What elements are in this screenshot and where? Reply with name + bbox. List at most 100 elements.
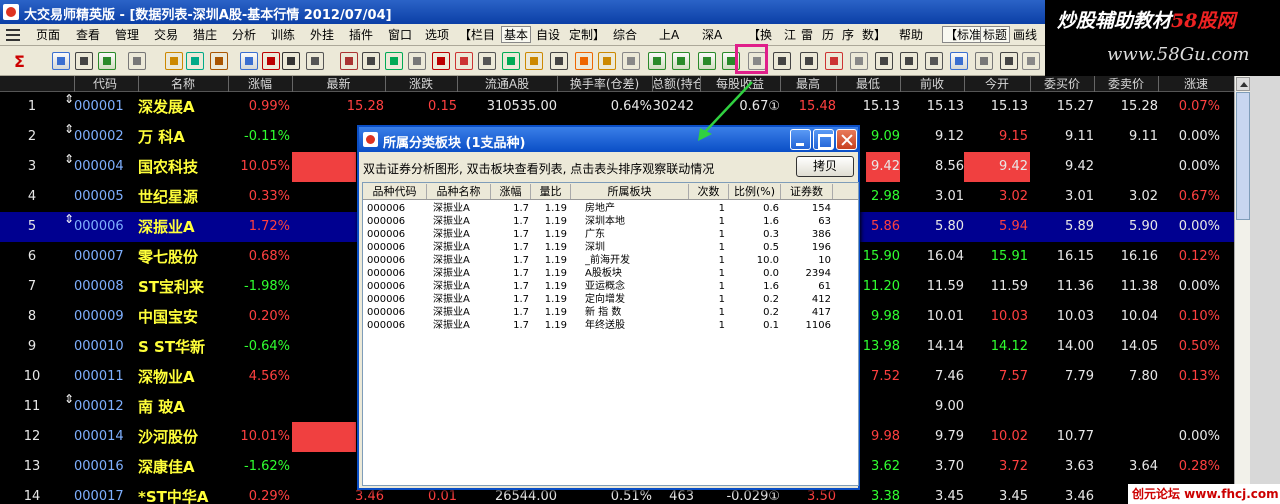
column-header[interactable]: 前收 (900, 77, 964, 92)
toolbar-button[interactable] (186, 52, 204, 70)
board-column-header[interactable]: 涨幅 (491, 184, 531, 199)
column-header[interactable]: 涨速 (1158, 77, 1234, 92)
menu-item[interactable]: 雷 (801, 27, 813, 44)
toolbar-button[interactable] (800, 52, 818, 70)
menu-item[interactable]: 数】 (862, 27, 886, 44)
toolbar-button[interactable] (240, 52, 258, 70)
toolbar-button[interactable] (525, 52, 543, 70)
copy-button[interactable]: 拷贝 (796, 156, 854, 177)
board-column-header[interactable]: 品种名称 (427, 184, 491, 199)
board-column-header[interactable]: 品种代码 (363, 184, 427, 199)
menu-item[interactable]: 管理 (115, 27, 139, 44)
board-column-header[interactable]: 量比 (531, 184, 571, 199)
toolbar-button[interactable] (975, 52, 993, 70)
board-column-header[interactable]: 证券数 (781, 184, 833, 199)
toolbar-button[interactable] (128, 52, 146, 70)
menu-item[interactable]: 上A (659, 27, 679, 44)
toolbar-button[interactable] (1022, 52, 1040, 70)
menu-item[interactable]: 外挂 (310, 27, 334, 44)
toolbar-button[interactable] (950, 52, 968, 70)
board-row[interactable]: 000006 深振业A 1.7 1.19 新 指 数 1 0.2 417 (363, 306, 858, 319)
toolbar-button[interactable] (282, 52, 300, 70)
menu-item[interactable]: 插件 (349, 27, 373, 44)
toolbar-button[interactable] (165, 52, 183, 70)
toolbar-button[interactable] (75, 52, 93, 70)
column-header[interactable]: 最低 (836, 77, 900, 92)
column-header[interactable]: 换手率(仓差) (557, 77, 652, 92)
board-row[interactable]: 000006 深振业A 1.7 1.19 深圳 1 0.5 196 (363, 241, 858, 254)
menu-item[interactable]: 【换 (748, 27, 772, 44)
column-header[interactable]: 涨跌 (385, 77, 457, 92)
sigma-icon[interactable]: Σ (14, 52, 25, 71)
board-column-header[interactable]: 次数 (689, 184, 729, 199)
menu-item[interactable]: 江 (784, 27, 796, 44)
column-header[interactable]: 委买价 (1030, 77, 1094, 92)
toolbar-button[interactable] (1000, 52, 1018, 70)
toolbar-button[interactable] (385, 52, 403, 70)
menu-item[interactable]: 深A (702, 27, 722, 44)
menu-item[interactable]: 页面 (36, 27, 60, 44)
board-row[interactable]: 000006 深振业A 1.7 1.19 定向增发 1 0.2 412 (363, 293, 858, 306)
menu-item[interactable]: 【标准 (942, 26, 985, 43)
menu-item[interactable]: 【栏目 (459, 27, 495, 44)
board-row[interactable]: 000006 深振业A 1.7 1.19 A股板块 1 0.0 2394 (363, 267, 858, 280)
toolbar-button[interactable] (362, 52, 380, 70)
board-row[interactable]: 000006 深振业A 1.7 1.19 亚运概念 1 1.6 61 (363, 280, 858, 293)
column-header[interactable]: 委卖价 (1094, 77, 1158, 92)
board-row[interactable]: 000006 深振业A 1.7 1.19 广东 1 0.3 386 (363, 228, 858, 241)
menu-item[interactable]: 帮助 (899, 27, 923, 44)
toolbar-button[interactable] (825, 52, 843, 70)
menu-item[interactable]: 画线 (1013, 27, 1037, 44)
menu-item[interactable]: 交易 (154, 27, 178, 44)
column-header[interactable]: 涨幅 (228, 77, 292, 92)
vertical-scrollbar[interactable] (1234, 76, 1250, 504)
menu-item[interactable]: 选项 (425, 27, 449, 44)
menu-item[interactable]: 历 (822, 27, 834, 44)
board-column-header[interactable]: 比例(%) (729, 184, 781, 199)
menu-item[interactable]: 猎庄 (193, 27, 217, 44)
toolbar-button[interactable] (52, 52, 70, 70)
toolbar-button[interactable] (306, 52, 324, 70)
menu-icon[interactable] (6, 29, 20, 41)
toolbar-button[interactable] (502, 52, 520, 70)
menu-item[interactable]: 定制】 (569, 27, 605, 44)
toolbar-button[interactable] (455, 52, 473, 70)
menu-item[interactable]: 基本 (501, 26, 532, 43)
menu-item[interactable]: 序 (842, 27, 854, 44)
toolbar-button[interactable] (875, 52, 893, 70)
column-header[interactable]: 最新 (292, 77, 385, 92)
menu-item[interactable]: 标题 (980, 26, 1011, 43)
column-header[interactable]: 流通A股 (457, 77, 557, 92)
toolbar-button[interactable] (575, 52, 593, 70)
column-header[interactable]: 今开 (964, 77, 1030, 92)
dialog-title-bar[interactable]: 所属分类板块 (1支品种) (359, 127, 858, 152)
column-header[interactable]: 每股收益 (700, 77, 780, 92)
window-maximize-icon[interactable] (813, 129, 834, 150)
board-row[interactable]: 000006 深振业A 1.7 1.19 房地产 1 0.6 154 (363, 202, 858, 215)
menu-item[interactable]: 综合 (613, 27, 637, 44)
board-row[interactable]: 000006 深振业A 1.7 1.19 _前海开发 1 10.0 10 (363, 254, 858, 267)
toolbar-button[interactable] (340, 52, 358, 70)
toolbar-button[interactable] (850, 52, 868, 70)
toolbar-button[interactable] (672, 52, 690, 70)
table-row[interactable]: ⇕ 1 000001 深发展A 0.99% 15.28 0.15 310535.00 0.64%… (0, 92, 1234, 122)
toolbar-button[interactable] (262, 52, 280, 70)
column-header[interactable]: 总额(持仓) (652, 77, 700, 92)
menu-item[interactable]: 查看 (76, 27, 100, 44)
menu-item[interactable]: 训练 (271, 27, 295, 44)
classify-board-icon[interactable] (773, 52, 791, 70)
toolbar-button[interactable] (648, 52, 666, 70)
toolbar-button[interactable] (698, 52, 716, 70)
toolbar-button[interactable] (432, 52, 450, 70)
window-minimize-icon[interactable] (790, 129, 811, 150)
toolbar-button[interactable] (622, 52, 640, 70)
toolbar-button[interactable] (900, 52, 918, 70)
column-header[interactable]: 代码 (74, 77, 136, 92)
scroll-thumb[interactable] (1236, 92, 1250, 220)
menu-item[interactable]: 窗口 (388, 27, 412, 44)
board-column-header[interactable]: 所属板块 (571, 184, 689, 199)
toolbar-button[interactable] (550, 52, 568, 70)
scroll-up-icon[interactable] (1236, 77, 1250, 91)
toolbar-button[interactable] (598, 52, 616, 70)
board-row[interactable]: 000006 深振业A 1.7 1.19 年终送股 1 0.1 1106 (363, 319, 858, 332)
